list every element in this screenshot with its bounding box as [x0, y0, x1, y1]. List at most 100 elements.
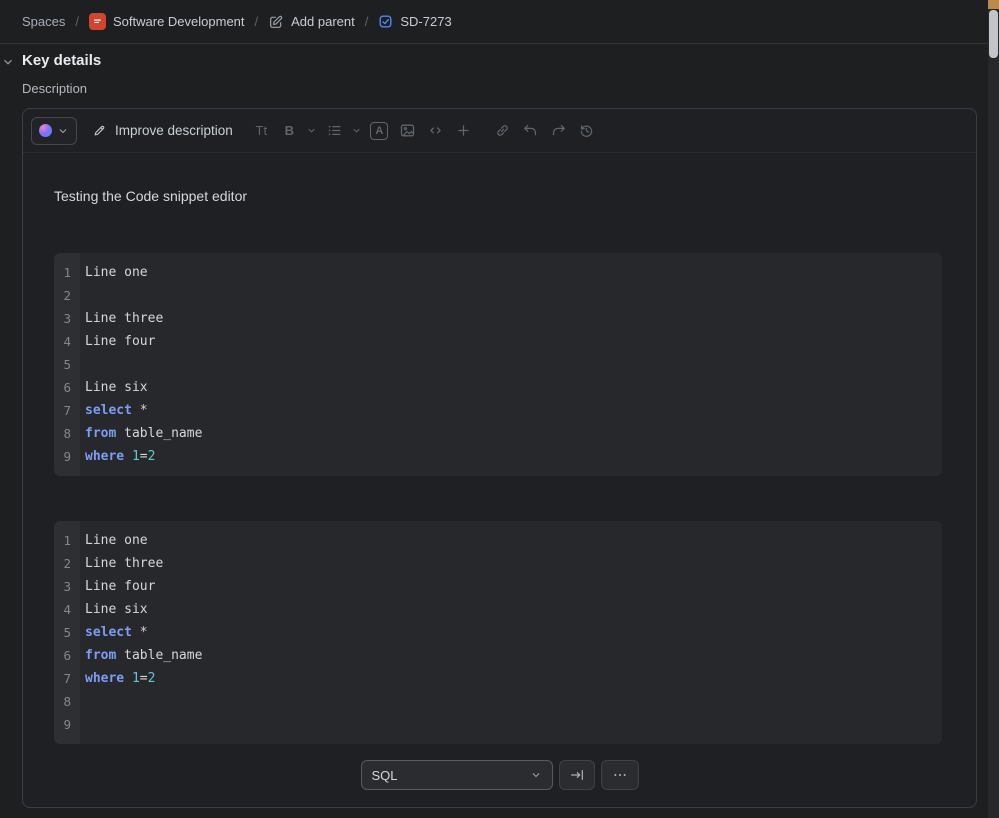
formatting-group: Tt B A	[249, 118, 476, 144]
link-icon[interactable]	[490, 118, 515, 144]
code-text: Line four	[85, 579, 156, 594]
code-text: Line one	[85, 533, 148, 548]
ellipsis-icon	[612, 767, 628, 783]
breadcrumb-task[interactable]: SD-7273	[378, 14, 452, 29]
code-block[interactable]: 1 Line one 2 Line three 3 Line four 4 Line six 5…	[54, 521, 942, 744]
ai-assistant-button[interactable]	[31, 116, 77, 145]
code-text: Line three	[85, 311, 164, 326]
code-text: from table_name	[85, 648, 203, 663]
history-icon[interactable]	[574, 118, 599, 144]
code-line: 6 from table_name	[54, 644, 942, 667]
bullet-list-icon[interactable]	[322, 118, 347, 144]
code-line: 3 Line three	[54, 307, 942, 330]
edit-icon	[268, 14, 284, 30]
code-text: from table_name	[85, 426, 203, 441]
line-number: 4	[63, 602, 71, 617]
scrollbar-track[interactable]	[988, 0, 999, 818]
breadcrumb-task-id: SD-7273	[400, 14, 452, 29]
task-status-checkbox-icon	[378, 14, 393, 29]
breadcrumb-add-parent[interactable]: Add parent	[268, 14, 355, 30]
chevron-down-icon	[57, 125, 69, 137]
line-number: 3	[63, 579, 71, 594]
line-number: 9	[63, 449, 71, 464]
list-chevron-down-icon[interactable]	[350, 118, 364, 144]
code-text: where 1=2	[85, 449, 156, 464]
line-number: 5	[63, 357, 71, 372]
code-line: 2 Line three	[54, 552, 942, 575]
improve-description-label: Improve description	[115, 123, 233, 138]
line-number: 2	[63, 556, 71, 571]
chevron-down-icon	[530, 769, 542, 781]
breadcrumb-separator: /	[75, 14, 79, 29]
code-text: select *	[85, 625, 148, 640]
code-line: 8 from table_name	[54, 422, 942, 445]
editor-content[interactable]: Testing the Code snippet editor 1 Line on…	[23, 153, 976, 790]
line-number: 6	[63, 380, 71, 395]
more-options-button[interactable]	[600, 760, 639, 790]
scrollbar-thumb[interactable]	[989, 10, 998, 58]
collapse-chevron-icon[interactable]	[1, 55, 15, 69]
code-line: 5	[54, 353, 942, 376]
line-number: 3	[63, 311, 71, 326]
breadcrumb-space[interactable]: Software Development	[89, 13, 245, 30]
breadcrumb-space-label: Software Development	[113, 14, 245, 29]
line-number: 5	[63, 625, 71, 640]
code-text: select *	[85, 403, 148, 418]
description-editor: Improve description Tt B A Testing the C…	[22, 108, 977, 808]
text-color-button[interactable]: A	[367, 118, 392, 144]
breadcrumb: Spaces / Software Development / Add pare…	[0, 0, 988, 44]
code-line: 7 select *	[54, 399, 942, 422]
language-select[interactable]: SQL	[360, 760, 553, 790]
line-number: 1	[63, 533, 71, 548]
wrap-arrow-icon	[569, 767, 585, 783]
breadcrumb-add-parent-label: Add parent	[291, 14, 355, 29]
breadcrumb-separator: /	[364, 14, 369, 29]
code-text: Line six	[85, 380, 148, 395]
code-line: 1 Line one	[54, 529, 942, 552]
code-text: Line one	[85, 265, 148, 280]
language-select-value: SQL	[371, 767, 398, 783]
code-line: 9	[54, 713, 942, 736]
code-icon[interactable]	[423, 118, 448, 144]
pen-icon	[92, 123, 107, 138]
editor-toolbar: Improve description Tt B A	[23, 109, 976, 153]
code-block-toolbar: SQL	[54, 760, 945, 790]
code-block[interactable]: 1 Line one 2 3 Line three 4 Line four 5 6 Line si…	[54, 253, 942, 476]
code-line: 2	[54, 284, 942, 307]
code-line: 9 where 1=2	[54, 445, 942, 468]
code-text: Line six	[85, 602, 148, 617]
description-label: Description	[22, 81, 88, 96]
image-icon[interactable]	[395, 118, 420, 144]
scrollbar-top-marker	[988, 0, 999, 9]
improve-description-button[interactable]: Improve description	[92, 123, 233, 138]
ai-orb-icon	[39, 124, 52, 137]
code-line: 1 Line one	[54, 261, 942, 284]
undo-icon[interactable]	[518, 118, 543, 144]
code-line: 5 select *	[54, 621, 942, 644]
redo-icon[interactable]	[546, 118, 571, 144]
code-text: Line four	[85, 334, 156, 349]
intro-paragraph[interactable]: Testing the Code snippet editor	[54, 189, 945, 204]
bold-chevron-down-icon[interactable]	[305, 118, 319, 144]
task-page: Spaces / Software Development / Add pare…	[0, 0, 999, 818]
code-line: 4 Line four	[54, 330, 942, 353]
code-line: 8	[54, 690, 942, 713]
line-number: 1	[63, 265, 71, 280]
code-line: 4 Line six	[54, 598, 942, 621]
section-title: Key details	[22, 52, 102, 69]
line-number: 7	[63, 403, 71, 418]
plus-icon[interactable]	[451, 118, 476, 144]
code-text: Line three	[85, 556, 164, 571]
text-style-button[interactable]: Tt	[249, 118, 274, 144]
line-number: 4	[63, 334, 71, 349]
wrap-text-button[interactable]	[558, 760, 595, 790]
text-color-icon: A	[370, 121, 389, 140]
line-number: 2	[63, 288, 71, 303]
breadcrumb-spaces[interactable]: Spaces	[22, 14, 65, 29]
line-number: 8	[63, 694, 71, 709]
code-line: 6 Line six	[54, 376, 942, 399]
bold-button[interactable]: B	[277, 118, 302, 144]
